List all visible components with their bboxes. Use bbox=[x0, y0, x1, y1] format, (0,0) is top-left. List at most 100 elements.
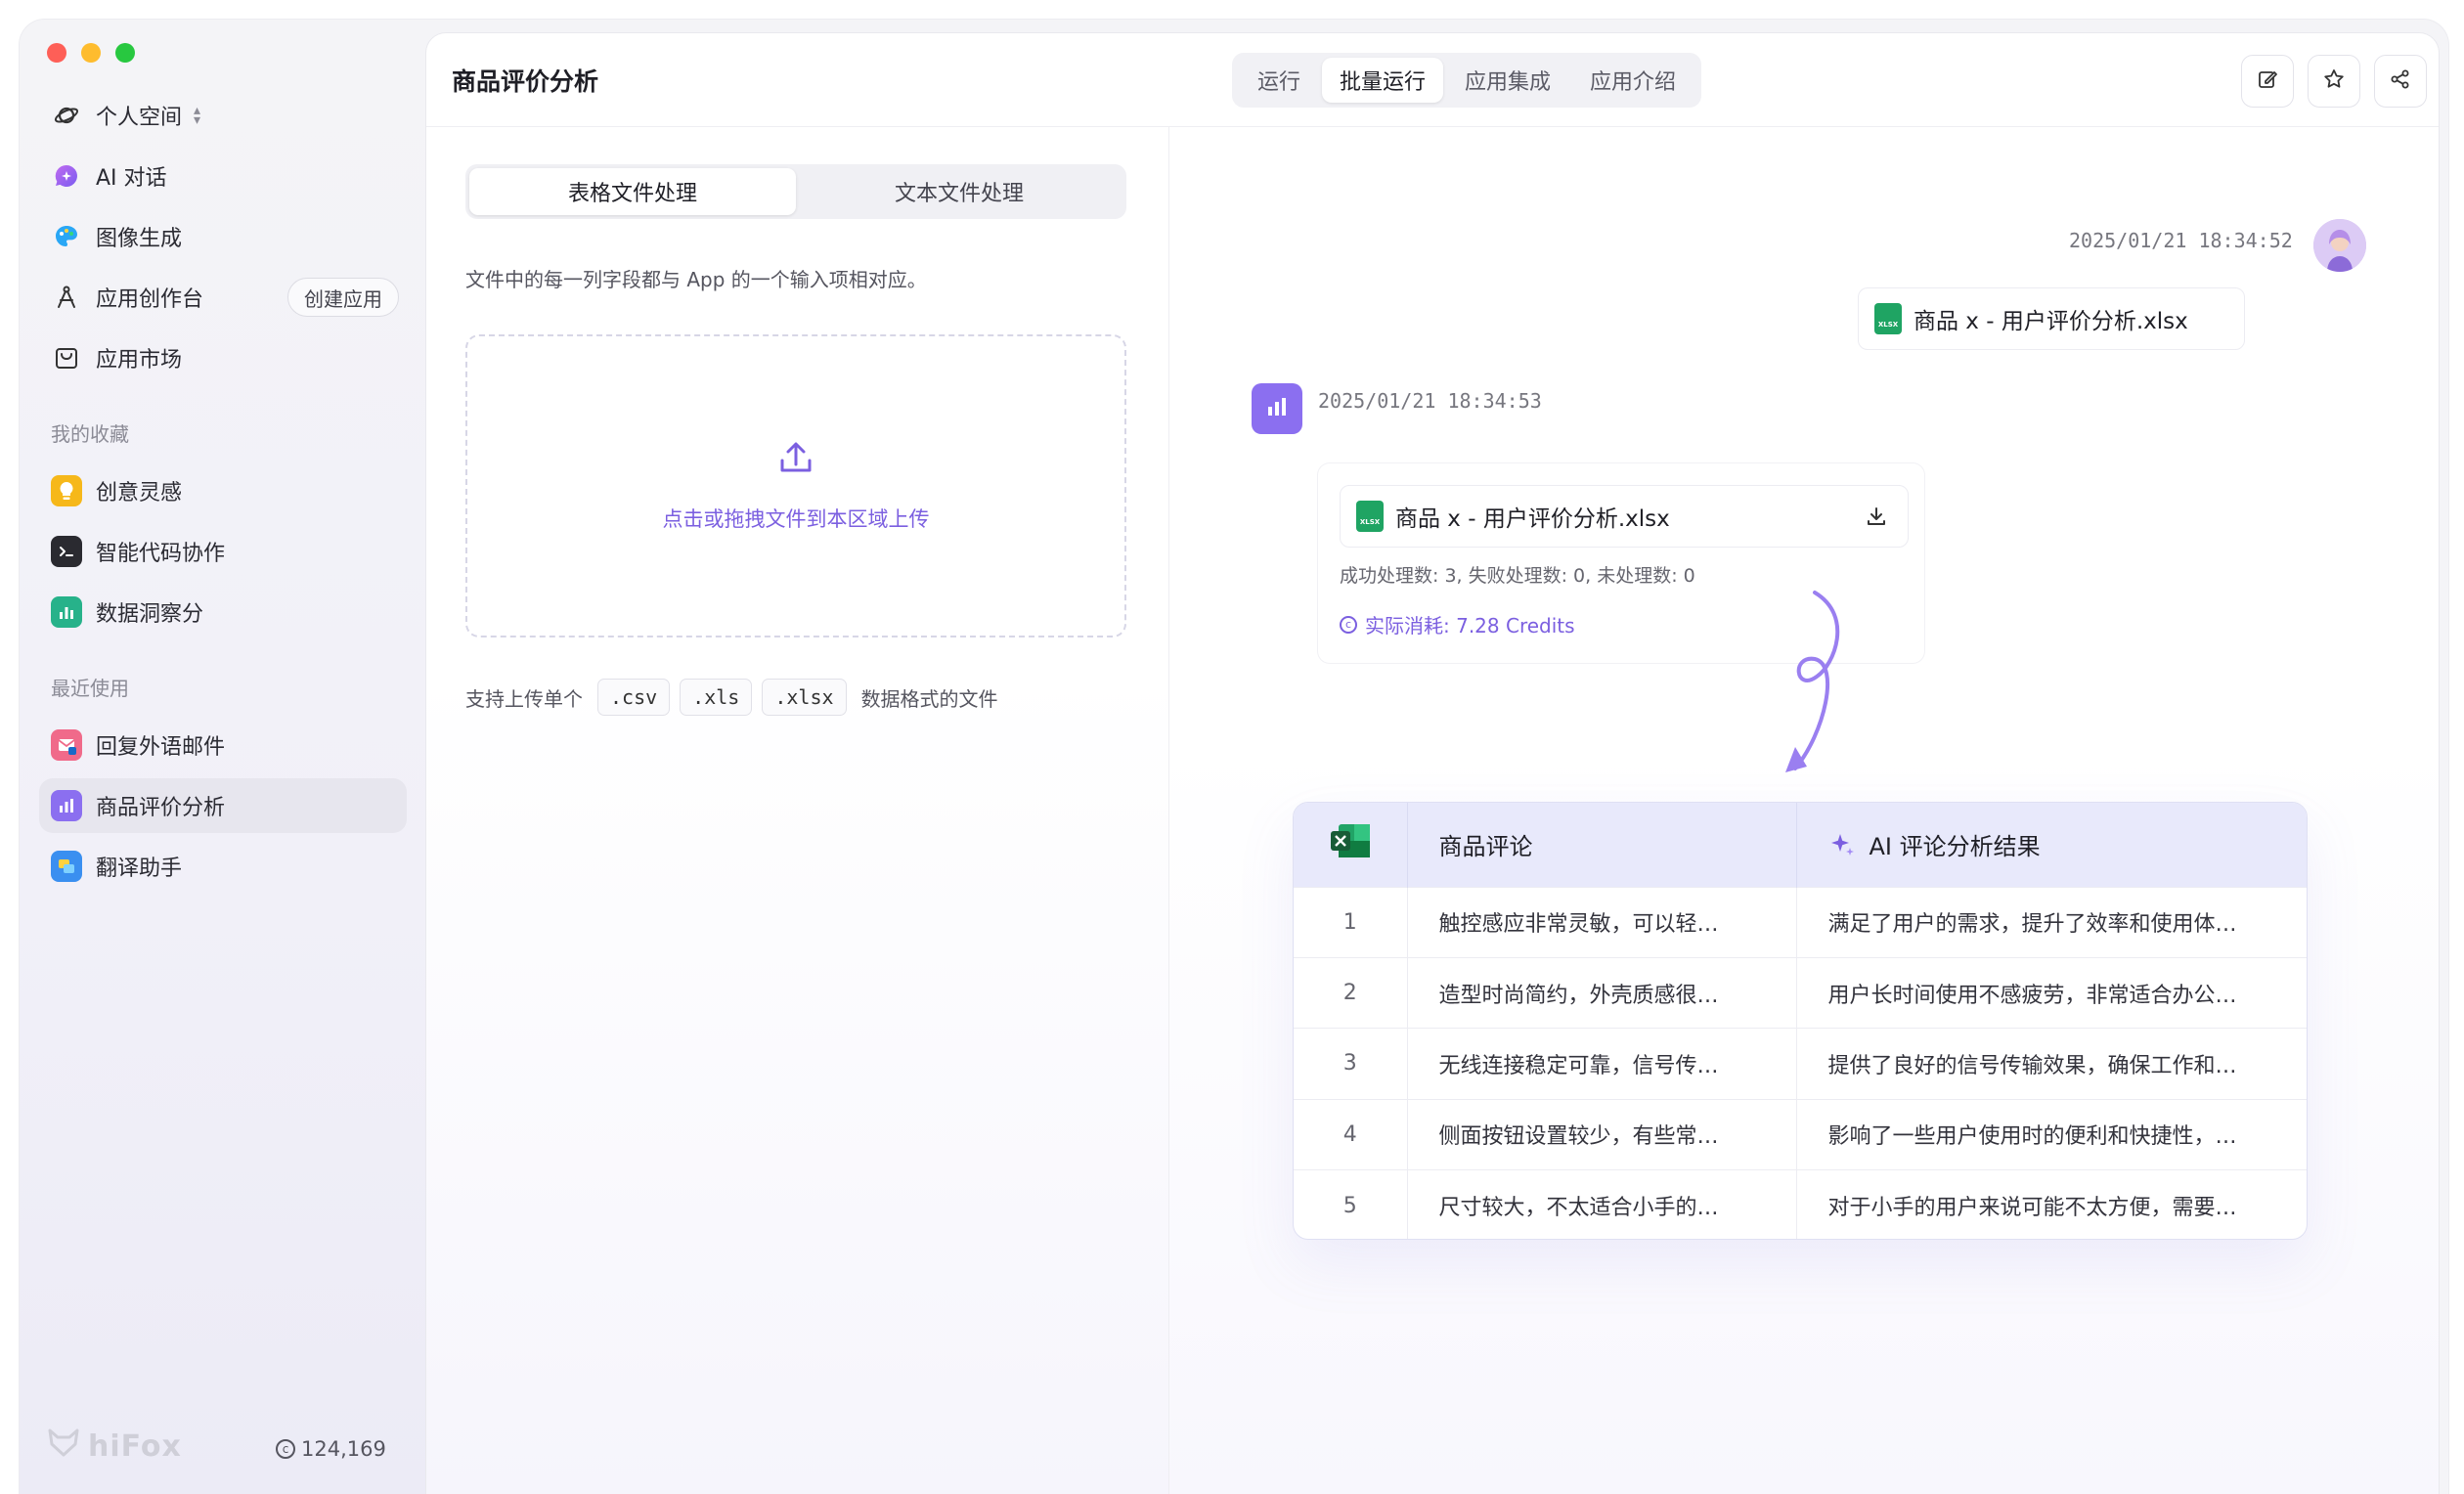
main-panel: 商品评价分析 运行 批量运行 应用集成 应用介绍 表格文件处理 文本文件处理 文… bbox=[426, 33, 2439, 1494]
result-cell: 提供了良好的信号传输效果，确保工作和… bbox=[1796, 1028, 2307, 1100]
mail-icon bbox=[51, 729, 82, 761]
file-name: 商品 x - 用户评价分析.xlsx bbox=[1914, 309, 2188, 334]
curly-arrow-icon bbox=[1785, 591, 1840, 772]
tab-run[interactable]: 运行 bbox=[1240, 58, 1318, 103]
share-icon bbox=[2389, 67, 2412, 95]
row-index: 5 bbox=[1294, 1169, 1408, 1239]
share-button[interactable] bbox=[2374, 55, 2427, 108]
user-avatar[interactable] bbox=[2313, 219, 2366, 272]
tab-text-file[interactable]: 文本文件处理 bbox=[796, 168, 1122, 215]
upload-instruction: 点击或拖拽文件到本区域上传 bbox=[662, 507, 930, 531]
format-chip: .csv bbox=[597, 679, 671, 716]
table-row[interactable]: 3 无线连接稳定可靠，信号传… 提供了良好的信号传输效果，确保工作和… bbox=[1294, 1028, 2307, 1100]
credit-cost: c 实际消耗: 7.28 Credits bbox=[1340, 610, 1575, 638]
download-icon[interactable] bbox=[1865, 505, 1888, 528]
close-window-button[interactable] bbox=[47, 43, 66, 63]
updown-chevron-icon: ▴ ▾ bbox=[194, 103, 201, 128]
tab-table-file[interactable]: 表格文件处理 bbox=[469, 168, 796, 215]
workspace-label: 个人空间 bbox=[96, 106, 183, 130]
maximize-window-button[interactable] bbox=[115, 43, 135, 63]
sidebar-item-review-analysis[interactable]: 商品评价分析 bbox=[39, 778, 407, 833]
sidebar-item-data-insight[interactable]: 数据洞察分 bbox=[39, 585, 407, 639]
result-file[interactable]: XLSX 商品 x - 用户评价分析.xlsx bbox=[1340, 485, 1909, 548]
result-cell: 满足了用户的需求，提升了效率和使用体… bbox=[1796, 886, 2307, 958]
fox-logo-icon bbox=[47, 1428, 80, 1465]
file-name: 商品 x - 用户评价分析.xlsx bbox=[1395, 506, 1670, 532]
column-header-review: 商品评论 bbox=[1407, 803, 1797, 887]
sidebar-item-label: 应用创作台 bbox=[96, 287, 204, 312]
result-cell: 影响了一些用户使用时的便利和快捷性，… bbox=[1796, 1098, 2307, 1170]
store-icon bbox=[51, 342, 82, 374]
credits-icon: c bbox=[1340, 615, 1357, 634]
compass-icon bbox=[51, 282, 82, 313]
sidebar-item-image-gen[interactable]: 图像生成 bbox=[39, 209, 407, 264]
table-row[interactable]: 1 触控感应非常灵敏，可以轻… 满足了用户的需求，提升了效率和使用体… bbox=[1294, 886, 2307, 958]
review-cell: 侧面按钮设置较少，有些常… bbox=[1407, 1098, 1797, 1170]
table-row[interactable]: 4 侧面按钮设置较少，有些常… 影响了一些用户使用时的便利和快捷性，… bbox=[1294, 1098, 2307, 1170]
credits-value: 124,169 bbox=[301, 1437, 386, 1461]
upload-icon bbox=[776, 439, 815, 482]
sidebar-item-code[interactable]: 智能代码协作 bbox=[39, 524, 407, 579]
ai-result-header-label: AI 评论分析结果 bbox=[1869, 833, 2041, 861]
page-title: 商品评价分析 bbox=[452, 67, 599, 96]
table-row[interactable]: 5 尺寸较大，不太适合小手的… 对于小手的用户来说可能不太方便，需要… bbox=[1294, 1169, 2307, 1239]
palette-icon bbox=[51, 221, 82, 252]
bar-chart-icon bbox=[51, 790, 82, 821]
sidebar-item-reply-mail[interactable]: 回复外语邮件 bbox=[39, 718, 407, 772]
sidebar-item-label: AI 对话 bbox=[96, 166, 167, 191]
row-index: 3 bbox=[1294, 1028, 1408, 1100]
credits-balance[interactable]: c 124,169 bbox=[276, 1437, 386, 1461]
sidebar: 个人空间 ▴ ▾ AI 对话 图像生成 应用创作台 创建应用 应用市场 我的收藏… bbox=[20, 20, 426, 1494]
supported-formats: 支持上传单个 .csv .xls .xlsx 数据格式的文件 bbox=[465, 679, 998, 716]
review-cell: 尺寸较大，不太适合小手的… bbox=[1407, 1169, 1797, 1239]
upload-dropzone[interactable]: 点击或拖拽文件到本区域上传 bbox=[465, 334, 1126, 637]
sidebar-item-label: 智能代码协作 bbox=[96, 542, 226, 566]
user-uploaded-file[interactable]: XLSX 商品 x - 用户评价分析.xlsx bbox=[1858, 287, 2245, 350]
recent-section-label: 最近使用 bbox=[51, 677, 129, 700]
support-suffix: 数据格式的文件 bbox=[860, 686, 998, 711]
excel-header-cell bbox=[1294, 803, 1408, 887]
format-chip: .xls bbox=[680, 679, 753, 716]
brand-name: hiFox bbox=[88, 1428, 182, 1464]
tab-batch-run[interactable]: 批量运行 bbox=[1322, 58, 1444, 103]
column-header-ai-result: AI 评论分析结果 bbox=[1796, 803, 2307, 887]
batch-result-pane: 2025/01/21 18:34:52 XLSX 商品 x - 用户评价分析.x… bbox=[1169, 127, 2439, 1494]
review-cell: 触控感应非常灵敏，可以轻… bbox=[1407, 886, 1797, 958]
minimize-window-button[interactable] bbox=[81, 43, 101, 63]
xlsx-file-icon: XLSX bbox=[1356, 501, 1384, 532]
row-index: 2 bbox=[1294, 956, 1408, 1029]
sparkle-icon bbox=[1828, 831, 1856, 858]
sidebar-item-app-market[interactable]: 应用市场 bbox=[39, 330, 407, 385]
brand-logo: hiFox bbox=[47, 1428, 182, 1465]
review-cell: 造型时尚简约，外壳质感很… bbox=[1407, 956, 1797, 1029]
edit-button[interactable] bbox=[2241, 55, 2294, 108]
edit-icon bbox=[2256, 67, 2279, 95]
table-row[interactable]: 2 造型时尚简约，外壳质感很… 用户长时间使用不感疲劳，非常适合办公… bbox=[1294, 956, 2307, 1029]
tab-integration[interactable]: 应用集成 bbox=[1447, 58, 1568, 103]
sidebar-item-translator[interactable]: 翻译助手 bbox=[39, 839, 407, 894]
format-chip: .xlsx bbox=[762, 679, 847, 716]
sidebar-item-app-studio[interactable]: 应用创作台 创建应用 bbox=[39, 270, 407, 325]
app-window: 个人空间 ▴ ▾ AI 对话 图像生成 应用创作台 创建应用 应用市场 我的收藏… bbox=[20, 20, 2448, 1494]
sidebar-item-label: 创意灵感 bbox=[96, 481, 183, 505]
sidebar-item-ai-chat[interactable]: AI 对话 bbox=[39, 149, 407, 203]
field-mapping-hint: 文件中的每一列字段都与 App 的一个输入项相对应。 bbox=[465, 268, 927, 291]
window-controls bbox=[47, 43, 135, 63]
credit-cost-text: 实际消耗: 7.28 Credits bbox=[1365, 614, 1575, 637]
user-message-time: 2025/01/21 18:34:52 bbox=[2069, 229, 2293, 252]
workspace-switcher[interactable]: 个人空间 ▴ ▾ bbox=[39, 88, 407, 143]
batch-input-pane: 表格文件处理 文本文件处理 文件中的每一列字段都与 App 的一个输入项相对应。… bbox=[426, 127, 1169, 1494]
favorite-button[interactable] bbox=[2308, 55, 2360, 108]
sidebar-item-creative[interactable]: 创意灵感 bbox=[39, 463, 407, 518]
result-table: 商品评论 AI 评论分析结果 1 触控感应非常灵敏，可以轻… 满足了用户的需求，… bbox=[1293, 802, 2308, 1240]
translate-icon bbox=[51, 851, 82, 882]
result-cell: 对于小手的用户来说可能不太方便，需要… bbox=[1796, 1169, 2307, 1239]
topbar: 商品评价分析 运行 批量运行 应用集成 应用介绍 bbox=[426, 33, 2439, 127]
chart-icon bbox=[51, 596, 82, 628]
terminal-icon bbox=[51, 536, 82, 567]
create-app-button[interactable]: 创建应用 bbox=[287, 278, 399, 317]
star-icon bbox=[2322, 67, 2346, 95]
planet-icon bbox=[51, 100, 82, 131]
tab-intro[interactable]: 应用介绍 bbox=[1572, 58, 1694, 103]
sidebar-item-label: 应用市场 bbox=[96, 348, 183, 373]
